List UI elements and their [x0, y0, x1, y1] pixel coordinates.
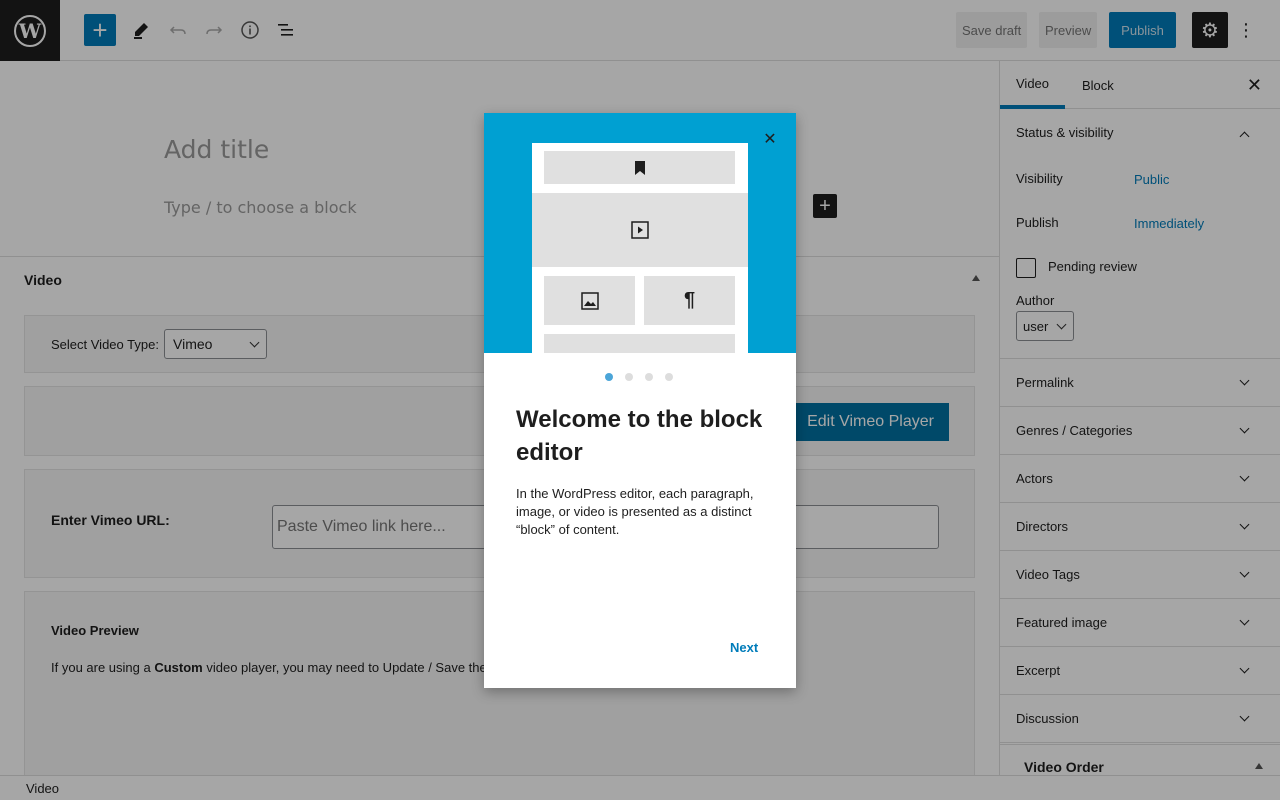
page-dot-3[interactable]: [645, 373, 653, 381]
video-play-icon: [631, 221, 649, 239]
welcome-illustration: ¶: [484, 113, 796, 353]
image-block: [544, 276, 635, 325]
paragraph-block: ¶: [644, 276, 735, 325]
editor-mockup: ¶: [532, 143, 748, 353]
welcome-heading: Welcome to the block editor: [516, 406, 763, 466]
bookmark-block: [544, 151, 735, 184]
welcome-text: In the WordPress editor, each paragraph,…: [516, 486, 754, 537]
video-block: [532, 193, 748, 267]
bookmark-icon: [634, 160, 645, 175]
extra-block: [544, 334, 735, 353]
page-dot-1[interactable]: [605, 373, 613, 381]
page-dot-2[interactable]: [625, 373, 633, 381]
page-indicator: [605, 373, 673, 381]
paragraph-icon: ¶: [683, 289, 696, 311]
next-button[interactable]: Next: [730, 640, 758, 655]
welcome-guide-modal: ¶ ✕ Welcome to the block editor In the W…: [484, 113, 796, 688]
page-dot-4[interactable]: [665, 373, 673, 381]
close-icon[interactable]: ✕: [760, 129, 780, 149]
image-icon: [580, 291, 599, 310]
